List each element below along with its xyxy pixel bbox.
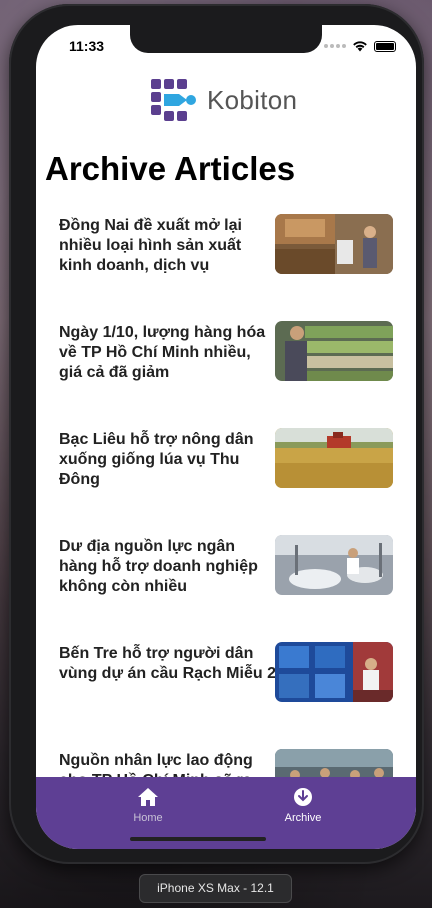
tab-archive-label: Archive — [284, 812, 322, 824]
app-screen: 11:33 Kobiton Archive Articles Đồng Nai … — [36, 25, 416, 849]
video-conference-image — [275, 642, 393, 702]
tab-home[interactable]: Home — [108, 787, 188, 824]
article-title: Bạc Liêu hỗ trợ nông dân xuống giống lúa… — [59, 431, 254, 488]
article-thumbnail — [275, 214, 393, 274]
vegetable-shelves-image — [275, 321, 393, 381]
tab-archive[interactable]: Archive — [263, 787, 343, 824]
home-indicator[interactable] — [130, 837, 266, 841]
article-thumbnail — [275, 535, 393, 595]
article-item[interactable]: Bạc Liêu hỗ trợ nông dân xuống giống lúa… — [36, 428, 416, 492]
rice-field-image — [275, 428, 393, 488]
page-title: Archive Articles — [45, 150, 296, 187]
kobiton-logo: Kobiton — [149, 76, 297, 124]
tab-home-label: Home — [133, 812, 163, 824]
kobiton-mark-icon — [151, 79, 196, 121]
article-thumbnail — [275, 428, 393, 488]
signal-icon — [324, 44, 346, 48]
article-title: Ngày 1/10, lượng hàng hóa về TP Hồ Chí M… — [59, 324, 266, 381]
device-notch — [130, 25, 322, 53]
simulator-device-label: iPhone XS Max - 12.1 — [139, 874, 292, 903]
phone-frame: 11:33 Kobiton Archive Articles Đồng Nai … — [9, 4, 424, 864]
download-circle-icon — [294, 788, 312, 806]
article-title: Bến Tre hỗ trợ người dân vùng dự án cầu … — [59, 645, 276, 682]
article-thumbnail — [275, 321, 393, 381]
factory-workers-image — [275, 535, 393, 595]
article-item[interactable]: Dư địa nguồn lực ngân hàng hỗ trợ doanh … — [36, 535, 416, 599]
status-time: 11:33 — [69, 38, 105, 54]
article-item[interactable]: Bến Tre hỗ trợ người dân vùng dự án cầu … — [36, 642, 416, 706]
wifi-icon — [353, 41, 367, 52]
article-item[interactable]: Đồng Nai đề xuất mở lại nhiều loại hình … — [36, 214, 416, 278]
article-thumbnail — [275, 642, 393, 702]
article-title: Đồng Nai đề xuất mở lại nhiều loại hình … — [59, 217, 242, 274]
brand-name: Kobiton — [207, 84, 298, 115]
battery-icon — [374, 40, 396, 52]
article-item[interactable]: Ngày 1/10, lượng hàng hóa về TP Hồ Chí M… — [36, 321, 416, 385]
article-title: Dư địa nguồn lực ngân hàng hỗ trợ doanh … — [59, 538, 258, 595]
home-icon — [138, 788, 158, 806]
status-icons — [324, 40, 396, 52]
market-stall-image — [275, 214, 393, 274]
